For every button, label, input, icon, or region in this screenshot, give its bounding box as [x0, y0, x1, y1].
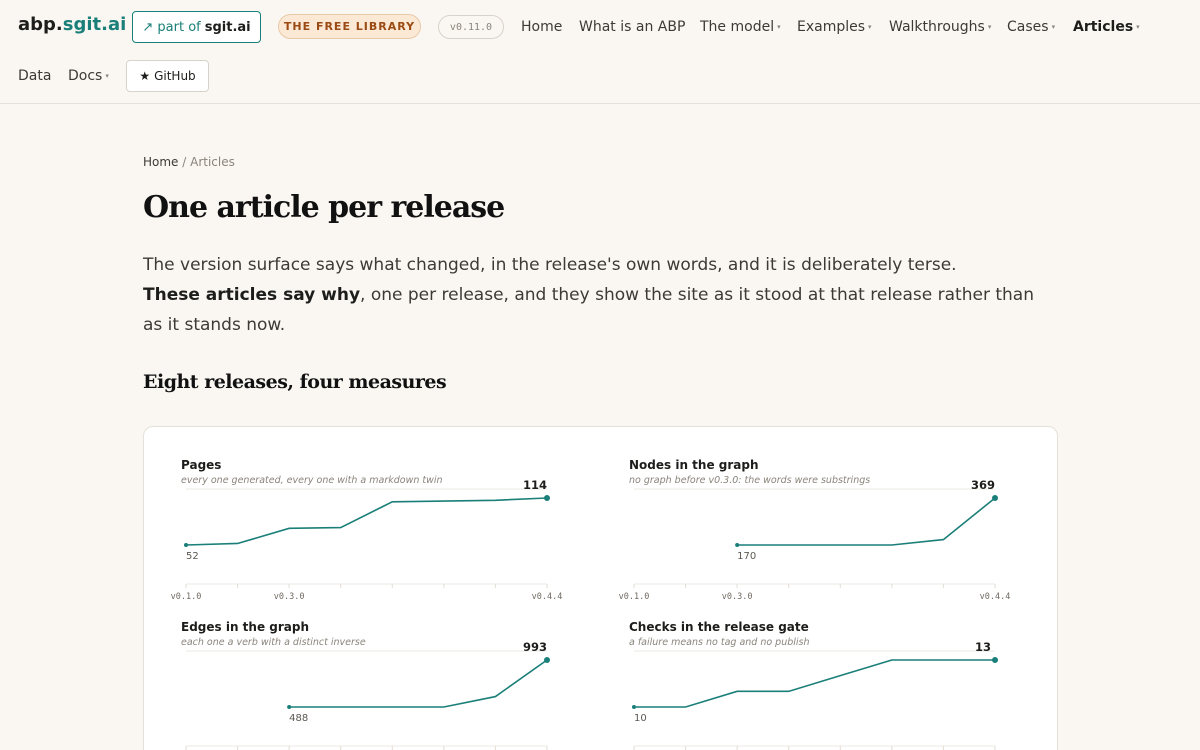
end-point [992, 657, 998, 663]
series-line [289, 659, 548, 708]
nav-articles[interactable]: Articles ▾ [1073, 19, 1140, 35]
chevron-down-icon: ▾ [1051, 23, 1056, 31]
chart-subtitle: no graph before v0.3.0: the words were s… [629, 475, 870, 486]
breadcrumb: Home / Articles [143, 155, 235, 169]
nav-examples[interactable]: Examples ▾ [797, 19, 872, 35]
series-line [185, 497, 548, 546]
breadcrumb-separator: / [178, 155, 191, 169]
start-value-label: 170 [737, 551, 756, 562]
start-value-label: 52 [186, 551, 199, 562]
part-of-site: sgit.ai [204, 19, 251, 35]
github-button[interactable]: ★ GitHub [126, 60, 209, 92]
end-value-label: 114 [523, 478, 547, 492]
breadcrumb-home[interactable]: Home [143, 155, 178, 169]
nav-label: Data [18, 68, 52, 84]
end-point [992, 495, 998, 501]
chart-subtitle: a failure means no tag and no publish [629, 637, 810, 648]
free-library-badge: THE FREE LIBRARY [278, 14, 421, 39]
nav-the-model[interactable]: The model ▾ [700, 19, 781, 35]
chart-title: Pages [181, 458, 221, 472]
charts-svg: Pages every one generated, every one with… [171, 458, 1011, 750]
nav-label: Examples [797, 19, 866, 35]
logo-main: abp. [18, 14, 63, 35]
part-of-sgit-button[interactable]: ↗ part of sgit.ai [132, 11, 261, 43]
github-label: GitHub [154, 69, 196, 83]
nav-label: What is an ABP [579, 19, 686, 35]
chart-title: Edges in the graph [181, 620, 309, 634]
series-line [634, 659, 995, 708]
nav-label: The model [700, 19, 775, 35]
start-value-label: 10 [634, 713, 647, 724]
x-tick-label: v0.1.0 [619, 592, 650, 602]
chevron-down-icon: ▾ [105, 72, 109, 80]
chevron-down-icon: ▾ [1136, 23, 1140, 31]
end-value-label: 13 [975, 640, 991, 654]
site-header: abp.sgit.ai ↗ part of sgit.ai THE FREE LI… [0, 0, 1200, 104]
x-tick-label: v0.3.0 [722, 592, 753, 602]
logo-accent: sgit.ai [62, 14, 127, 35]
breadcrumb-current: Articles [190, 155, 235, 169]
start-point [632, 705, 636, 709]
chevron-down-icon: ▾ [987, 23, 992, 31]
x-tick-label: v0.3.0 [274, 592, 305, 602]
lede-part-1: The version surface says what changed, i… [143, 255, 957, 275]
page-title: One article per release [143, 190, 505, 225]
chart-subtitle: each one a verb with a distinct inverse [181, 637, 366, 648]
start-point [735, 543, 740, 547]
nav-home[interactable]: Home [521, 19, 562, 35]
nav-what-is-abp[interactable]: What is an ABP [579, 19, 685, 35]
lede-paragraph: The version surface says what changed, i… [143, 250, 1053, 340]
nav-cases[interactable]: Cases ▾ [1007, 19, 1055, 35]
nav-label: Walkthroughs [889, 19, 985, 35]
end-point [544, 657, 550, 663]
version-badge[interactable]: v0.11.0 [438, 15, 504, 39]
nav-walkthroughs[interactable]: Walkthroughs ▾ [889, 19, 991, 35]
end-point [544, 495, 550, 501]
start-point [287, 705, 292, 709]
section-title: Eight releases, four measures [143, 371, 447, 393]
x-tick-label: v0.1.0 [171, 592, 202, 602]
chart-title: Checks in the release gate [629, 620, 809, 634]
chevron-down-icon: ▾ [777, 23, 781, 31]
chart-subtitle: every one generated, every one with a ma… [181, 475, 443, 486]
charts-card: Pages every one generated, every one with… [143, 426, 1058, 750]
nav-label: Cases [1007, 19, 1049, 35]
lede-bold: These articles say why [143, 285, 361, 305]
site-logo[interactable]: abp.sgit.ai [18, 14, 126, 35]
chevron-down-icon: ▾ [868, 23, 872, 31]
nav-label: Docs [68, 68, 103, 84]
star-icon: ★ [139, 69, 151, 83]
start-point [184, 543, 188, 547]
series-line [737, 497, 996, 546]
start-value-label: 488 [289, 713, 308, 724]
nav-data[interactable]: Data [18, 68, 51, 84]
nav-label: Home [521, 19, 563, 35]
chart-title: Nodes in the graph [629, 458, 759, 472]
nav-label: Articles [1073, 19, 1134, 35]
part-of-label: ↗ part of [142, 19, 201, 35]
end-value-label: 993 [523, 640, 547, 654]
nav-docs[interactable]: Docs ▾ [68, 68, 109, 84]
end-value-label: 369 [971, 478, 995, 492]
x-tick-label: v0.4.4 [532, 592, 563, 602]
x-tick-label: v0.4.4 [980, 592, 1011, 602]
